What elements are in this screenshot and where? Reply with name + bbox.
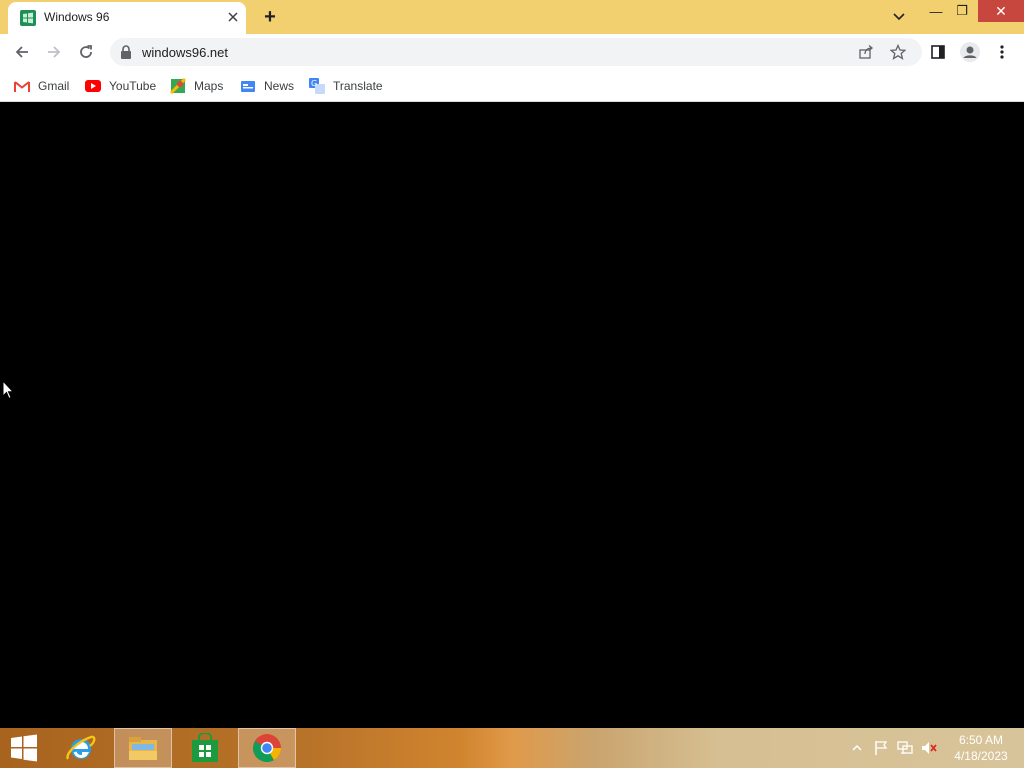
- new-tab-button[interactable]: +: [258, 5, 282, 29]
- reload-icon: [80, 45, 92, 58]
- side-panel-button[interactable]: [926, 40, 950, 64]
- address-bar[interactable]: windows96.net: [110, 38, 922, 66]
- start-button[interactable]: [0, 728, 48, 768]
- network-icon[interactable]: [896, 740, 914, 756]
- taskbar-chrome[interactable]: [238, 728, 296, 768]
- bookmark-star-icon[interactable]: [888, 42, 908, 62]
- action-center-flag-icon[interactable]: [872, 740, 890, 756]
- bookmark-label: Translate: [333, 79, 383, 93]
- share-icon[interactable]: [856, 42, 876, 62]
- restore-icon: ❐: [956, 3, 968, 18]
- close-window-button[interactable]: ✕: [978, 0, 1024, 22]
- forward-arrow-icon: [48, 46, 61, 58]
- svg-text:G: G: [311, 79, 317, 88]
- bookmark-translate[interactable]: G Translate: [309, 76, 383, 96]
- gmail-icon: [14, 78, 30, 94]
- show-hidden-icons-icon[interactable]: [848, 740, 866, 756]
- back-arrow-icon: [15, 46, 28, 58]
- taskbar-store[interactable]: [176, 728, 234, 768]
- profile-button[interactable]: [958, 40, 982, 64]
- web-page-content[interactable]: [0, 103, 1024, 728]
- tab-close-icon[interactable]: [224, 8, 242, 26]
- avatar-icon: [960, 42, 980, 62]
- store-icon: [192, 733, 218, 762]
- file-explorer-icon: [129, 737, 157, 760]
- chrome-icon: [253, 734, 281, 762]
- chevron-down-icon: [893, 13, 905, 21]
- browser-tab[interactable]: Windows 96: [8, 2, 246, 34]
- news-icon: [240, 78, 256, 94]
- browser-toolbar: windows96.net: [0, 34, 1024, 70]
- reload-button[interactable]: [74, 40, 98, 64]
- forward-button[interactable]: [42, 40, 66, 64]
- kebab-menu-icon: [1000, 45, 1004, 59]
- clock-time: 6:50 AM: [958, 733, 1004, 747]
- maps-icon: [170, 78, 186, 94]
- taskbar-internet-explorer[interactable]: [52, 728, 110, 768]
- mouse-cursor-icon: [2, 380, 14, 400]
- bookmark-label: News: [264, 79, 295, 93]
- bookmark-gmail[interactable]: Gmail: [14, 76, 69, 96]
- youtube-icon: [85, 78, 101, 94]
- bookmark-label: Maps: [194, 79, 224, 93]
- url-text: windows96.net: [142, 45, 228, 60]
- taskbar-file-explorer[interactable]: [114, 728, 172, 768]
- volume-muted-icon[interactable]: [920, 740, 938, 756]
- windows96-icon: [20, 10, 36, 26]
- system-clock[interactable]: 6:50 AM 4/18/2023: [944, 732, 1018, 766]
- close-icon: ✕: [995, 2, 1007, 19]
- side-panel-icon: [931, 45, 945, 59]
- restore-button[interactable]: ❐: [944, 0, 980, 22]
- bookmark-news[interactable]: News: [240, 76, 294, 96]
- internet-explorer-icon: [66, 735, 96, 760]
- bookmark-label: Gmail: [38, 79, 70, 93]
- windows-start-icon: [11, 734, 37, 762]
- browser-title-bar: Windows 96 + — ❐ ✕: [0, 0, 1024, 34]
- bookmark-youtube[interactable]: YouTube: [85, 76, 156, 96]
- clock-date: 4/18/2023: [954, 749, 1008, 763]
- lock-icon: [120, 45, 132, 59]
- back-button[interactable]: [10, 40, 34, 64]
- bookmark-label: YouTube: [109, 79, 157, 93]
- browser-menu-button[interactable]: [990, 40, 1014, 64]
- tab-search-button[interactable]: [888, 6, 910, 28]
- windows-taskbar: 6:50 AM 4/18/2023: [0, 728, 1024, 768]
- bookmarks-bar: Gmail YouTube Maps News G Translate: [0, 70, 1024, 102]
- bookmark-maps[interactable]: Maps: [170, 76, 223, 96]
- plus-icon: +: [264, 5, 276, 28]
- tab-title: Windows 96: [44, 10, 110, 24]
- translate-icon: G: [309, 78, 325, 94]
- minimize-icon: —: [929, 3, 943, 19]
